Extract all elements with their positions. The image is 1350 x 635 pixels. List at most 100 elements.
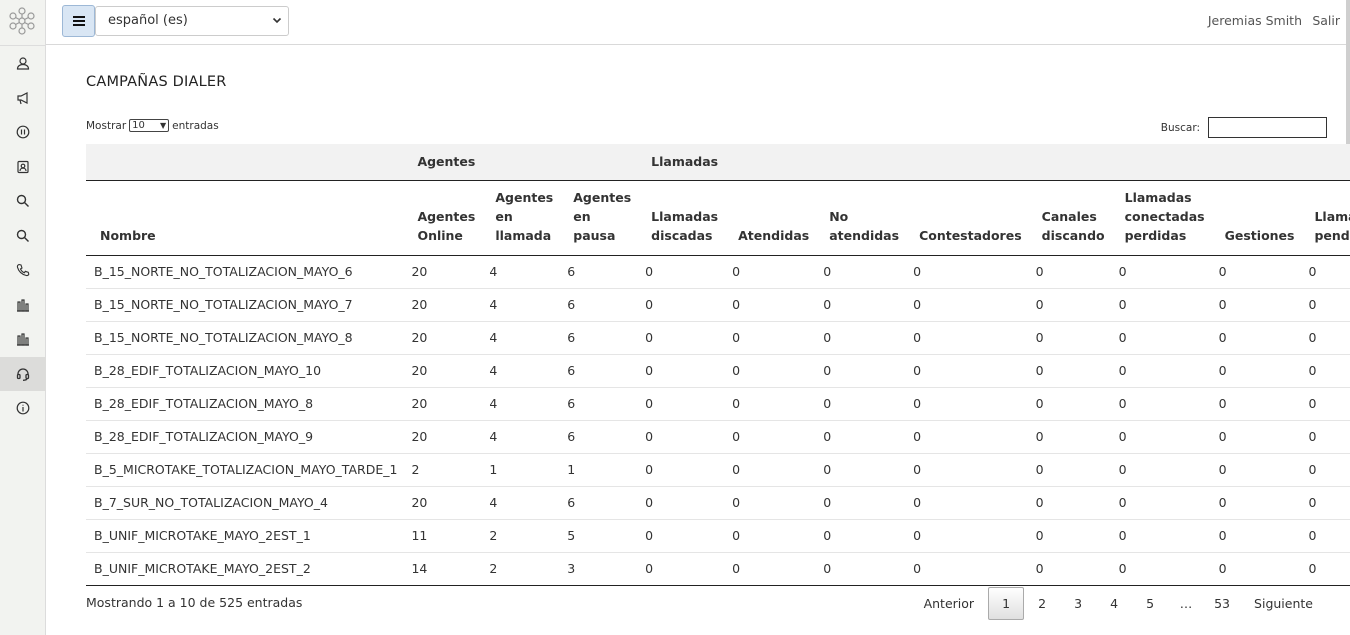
pagination-next[interactable]: Siguiente (1240, 587, 1327, 620)
column-header[interactable]: Nombre (86, 180, 404, 256)
page-length-select[interactable]: 10 ▼ (129, 119, 170, 132)
table-row: B_15_NORTE_NO_TOTALIZACION_MAYO_8 20 4 6 0 0 0… (86, 321, 1350, 355)
table-cell: 4 (481, 354, 560, 388)
bar-chart-icon (17, 299, 29, 312)
table-cell: 20 (403, 321, 482, 355)
table-cell: 0 (1110, 552, 1211, 586)
table-cell: 0 (1027, 486, 1111, 520)
column-header[interactable]: Agentes Online (403, 180, 482, 256)
column-header[interactable]: Gestiones (1210, 180, 1301, 256)
table-cell: 0 (815, 420, 906, 454)
column-header[interactable]: Atendidas (724, 180, 816, 256)
table-group-header: Agentes Llamadas (86, 144, 1350, 181)
table-cell: 0 (724, 354, 816, 388)
table-cell: 0 (1110, 288, 1211, 322)
table-cell: 0 (1300, 453, 1350, 487)
sidebar-item-about[interactable] (0, 391, 46, 426)
table-cell: 20 (403, 288, 482, 322)
search-input[interactable] (1208, 117, 1327, 138)
language-select[interactable]: español (es) (95, 6, 289, 36)
table-cell: 0 (1110, 486, 1211, 520)
sidebar-item-pauses[interactable] (0, 115, 46, 150)
campaign-name-cell: B_28_EDIF_TOTALIZACION_MAYO_10 (86, 354, 404, 388)
table-cell: 0 (1210, 552, 1301, 586)
column-header[interactable]: Llamadas conectadas perdidas (1110, 180, 1211, 256)
table-body: B_15_NORTE_NO_TOTALIZACION_MAYO_6 20 4 6 0 0 0… (86, 255, 1350, 586)
pagination-page[interactable]: 1 (988, 587, 1025, 620)
column-header[interactable]: No atendidas (815, 180, 906, 256)
table-cell: 0 (1300, 255, 1350, 289)
table-cell: 0 (905, 453, 1028, 487)
column-header[interactable]: Llamadas discadas (637, 180, 725, 256)
table-cell: 4 (481, 288, 560, 322)
sidebar-item-calls[interactable] (0, 253, 46, 288)
table-cell: 0 (637, 354, 725, 388)
table-row: B_UNIF_MICROTAKE_MAYO_2EST_1 11 2 5 0 0 0 0 0 0 0 0 (86, 519, 1350, 553)
table-info: Mostrando 1 a 10 de 525 entradas (86, 595, 303, 610)
sidebar-item-search[interactable] (0, 184, 46, 219)
table-cell: 0 (1110, 387, 1211, 421)
table-cell: 20 (403, 486, 482, 520)
sidebar-item-agent[interactable] (0, 46, 46, 81)
user-icon (16, 57, 30, 70)
pagination-page[interactable]: 3 (1060, 587, 1096, 620)
table-cell: 0 (1027, 255, 1111, 289)
table-cell: 0 (905, 354, 1028, 388)
table-cell: 0 (815, 519, 906, 553)
app-logo[interactable] (6, 5, 38, 37)
sidebar-item-campaigns[interactable] (0, 81, 46, 116)
menu-toggle-button[interactable] (62, 5, 95, 37)
table-cell: 0 (724, 453, 816, 487)
table-cell: 20 (403, 354, 482, 388)
table-cell: 2 (481, 519, 560, 553)
column-header[interactable]: Llamadas pendientes (1300, 180, 1350, 256)
campaign-name-cell: B_7_SUR_NO_TOTALIZACION_MAYO_4 (86, 486, 404, 520)
column-header[interactable]: Canales discando (1027, 180, 1111, 256)
sidebar-item-reports-2[interactable] (0, 322, 46, 357)
table-cell: 4 (481, 321, 560, 355)
pagination-page[interactable]: 5 (1132, 587, 1168, 620)
info-icon (16, 401, 30, 415)
sidebar-item-supervision[interactable] (0, 356, 46, 391)
table-cell: 0 (724, 288, 816, 322)
table-row: B_15_NORTE_NO_TOTALIZACION_MAYO_6 20 4 6 0 0 0… (86, 255, 1350, 289)
table-cell: 4 (481, 420, 560, 454)
table-cell: 0 (1110, 321, 1211, 355)
table-cell: 0 (1210, 255, 1301, 289)
campaign-name-cell: B_15_NORTE_NO_TOTALIZACION_MAYO_6 (86, 255, 404, 289)
table-row: B_28_EDIF_TOTALIZACION_MAYO_8 20 4 6 0 0 0 0 0 0 0… (86, 387, 1350, 421)
table-cell: 6 (559, 420, 638, 454)
table-cell: 20 (403, 420, 482, 454)
table-cell: 0 (1110, 453, 1211, 487)
table-cell: 0 (1300, 288, 1350, 322)
pagination-page[interactable]: 53 (1204, 587, 1240, 620)
table-cell: 0 (724, 321, 816, 355)
group-header-llamadas: Llamadas (637, 144, 1350, 181)
table-cell: 0 (905, 420, 1028, 454)
sidebar-item-reports[interactable] (0, 288, 46, 323)
pagination-previous[interactable]: Anterior (910, 587, 988, 620)
logout-link[interactable]: Salir (1312, 13, 1340, 28)
table-cell: 0 (905, 321, 1028, 355)
table-cell: 20 (403, 255, 482, 289)
table-cell: 2 (403, 453, 482, 487)
campaigns-table: Agentes Llamadas Nombre Agentes Online A… (86, 144, 1350, 586)
pagination-page[interactable]: 2 (1024, 587, 1060, 620)
user-name-link[interactable]: Jeremias Smith (1208, 13, 1302, 28)
column-header[interactable]: Contestadores (905, 180, 1028, 256)
column-header[interactable]: Agentes en llamada (481, 180, 560, 256)
table-cell: 0 (1110, 354, 1211, 388)
pagination-page[interactable]: 4 (1096, 587, 1132, 620)
table-cell: 0 (905, 486, 1028, 520)
column-header[interactable]: Agentes en pausa (559, 180, 638, 256)
table-cell: 14 (403, 552, 482, 586)
sidebar-item-search-2[interactable] (0, 219, 46, 254)
entries-label: entradas (172, 119, 219, 132)
table-cell: 0 (637, 519, 725, 553)
table-cell: 0 (1300, 486, 1350, 520)
table-cell: 0 (905, 255, 1028, 289)
table-cell: 0 (724, 552, 816, 586)
table-cell: 0 (637, 486, 725, 520)
sidebar-item-contacts[interactable] (0, 150, 46, 185)
table-cell: 1 (559, 453, 638, 487)
